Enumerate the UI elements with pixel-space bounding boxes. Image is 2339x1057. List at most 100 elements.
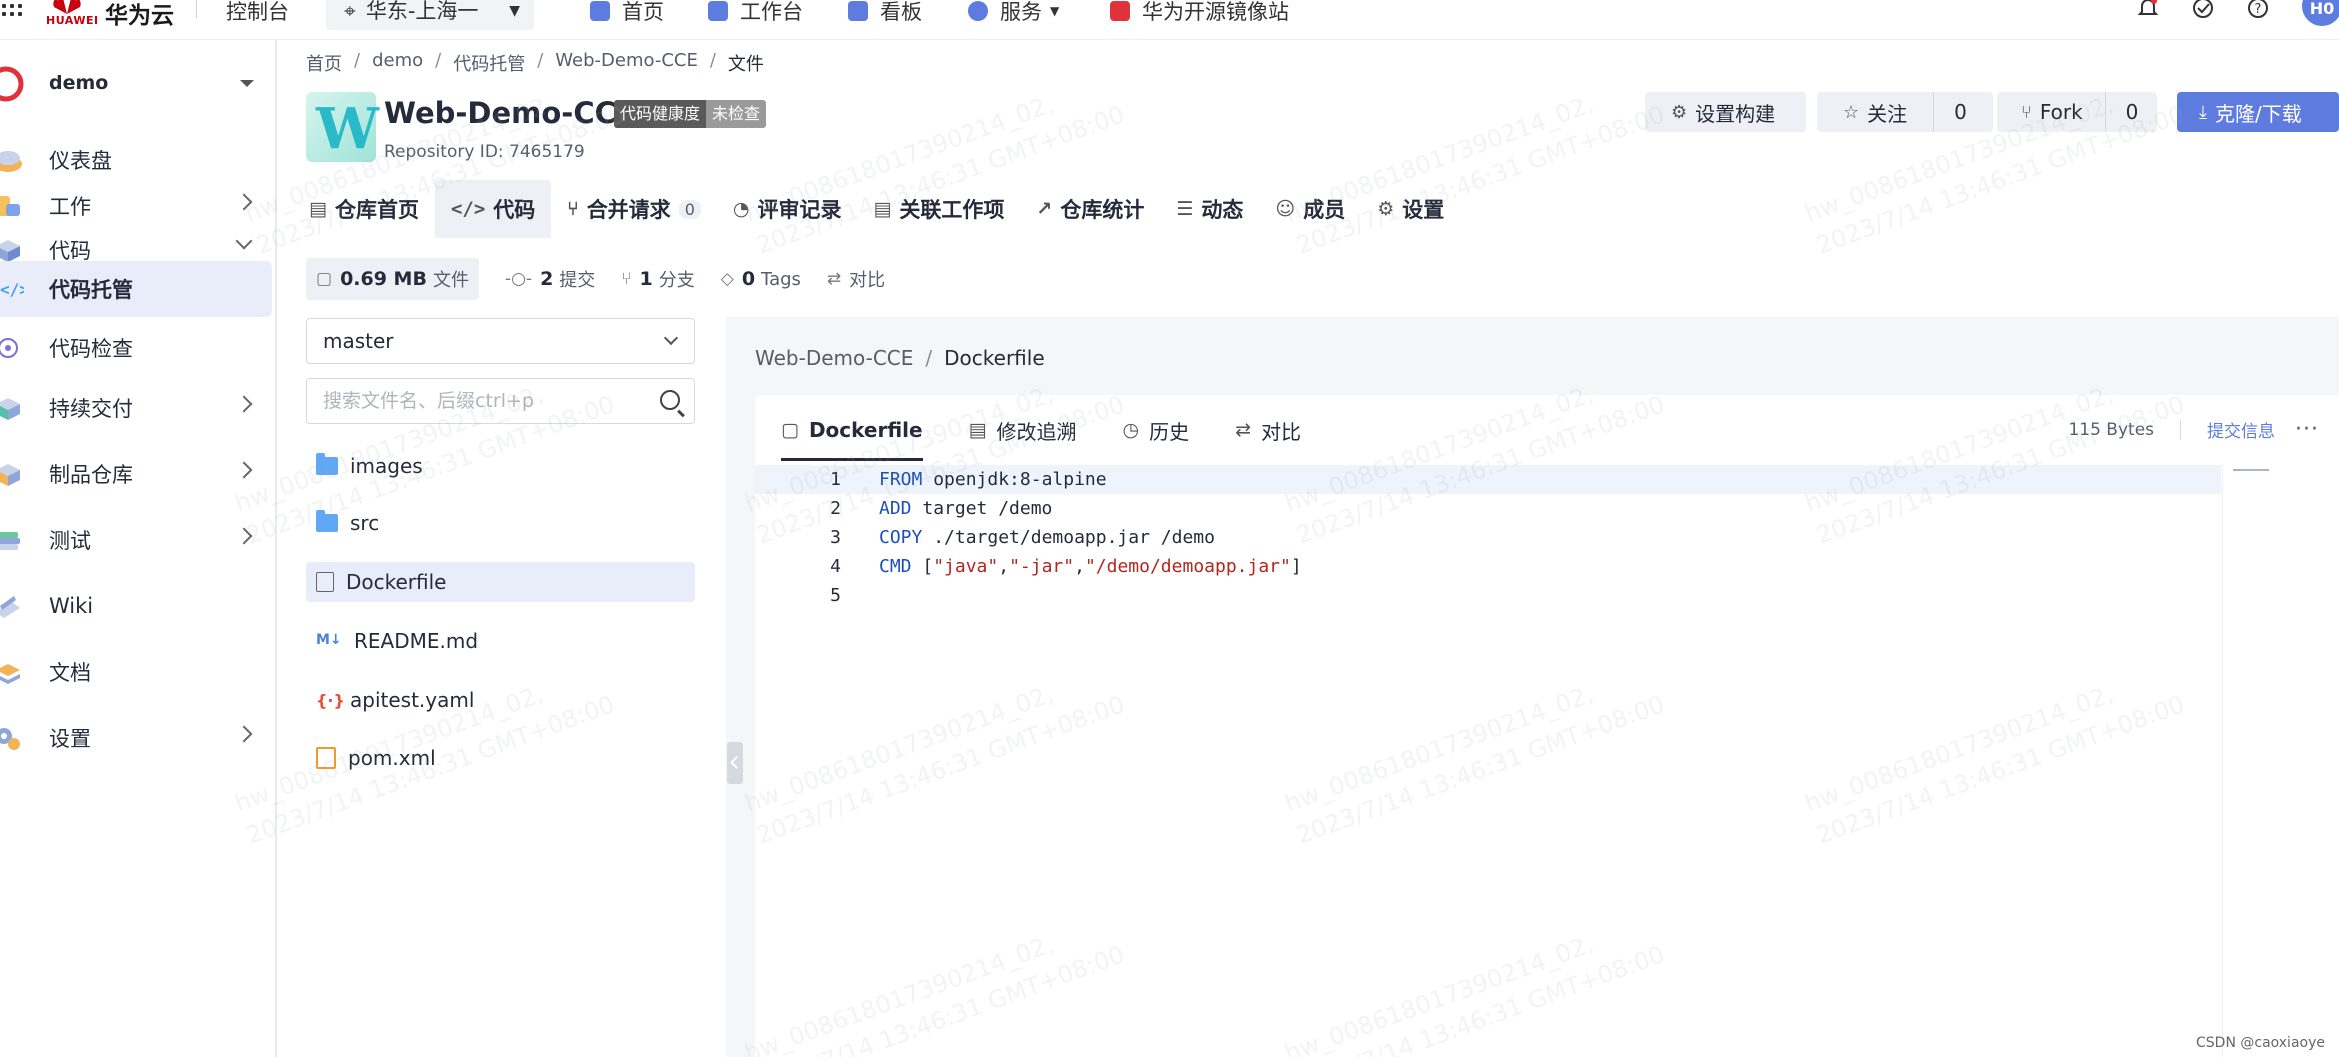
setup-build-button[interactable]: ⚙ 设置构建 [1645,92,1806,132]
tree-item-file[interactable]: M↓ README.md [306,621,695,661]
merge-count-badge: 0 [678,199,701,219]
sidebar-item-artifacts[interactable]: 制品仓库 [0,446,272,502]
tab-code[interactable]: </> 代码 [434,180,552,238]
caret-down-icon [240,80,254,87]
code-minimap[interactable] [2222,465,2318,1057]
sidebar-item-docs[interactable]: 文档 [0,644,272,700]
breadcrumb-code-hosting[interactable]: 代码托管 [453,50,525,76]
code-view[interactable]: 1 FROM openjdk:8-alpine 2 ADD target /demo… [755,465,2339,610]
file-icon: ▤ [309,198,327,220]
nav-workbench[interactable]: 工作台 [708,0,803,26]
commit-info-link[interactable]: 提交信息 [2207,417,2275,442]
location-icon: ⌖ [344,0,356,23]
breadcrumb-project[interactable]: demo [372,50,423,76]
tree-item-file[interactable]: {·} apitest.yaml [306,680,695,720]
tree-item-label: Dockerfile [346,570,447,594]
project-name: demo [49,72,109,94]
tab-label: 仓库首页 [334,198,419,222]
watch-button[interactable]: ☆ 关注 0 [1817,92,1993,132]
commits-label: 提交 [559,270,596,291]
breadcrumb-home[interactable]: 首页 [306,50,342,76]
nav-mirror[interactable]: 华为开源镜像站 [1110,0,1289,26]
sidebar-item-label: 代码托管 [49,278,133,302]
check-circle-icon[interactable] [2191,0,2215,20]
tab-activity[interactable]: ☰ 动态 [1160,180,1259,238]
health-badge[interactable]: 代码健康度 未检查 [614,100,767,128]
list-icon: ☰ [1176,198,1194,220]
gear-icon: ⚙ [1671,101,1688,123]
sidebar-item-code-check[interactable]: 代码检查 [0,320,272,376]
stats-icon: ↗ [1036,198,1053,220]
tab-compare[interactable]: ⇄ 对比 [1235,395,1301,465]
project-selector[interactable]: demo [0,62,277,102]
sidebar-item-delivery[interactable]: 持续交付 [0,380,272,436]
file-icon: ▢ [781,419,799,441]
wiki-icon [0,596,20,618]
csdn-watermark: CSDN @caoxiaoye [2196,1035,2325,1051]
code-line: 3 COPY ./target/demoapp.jar /demo [755,523,2339,552]
tab-repo-stats[interactable]: ↗ 仓库统计 [1020,180,1160,238]
repo-size[interactable]: ▢ 0.69 MB 文件 [306,258,479,300]
compare-link[interactable]: ⇄ 对比 [827,266,885,292]
watch-label: 关注 [1867,101,1908,126]
code-check-icon [0,338,18,358]
sidebar: demo 仪表盘 工作 代码 </> 代码托管 代码检查 持续交付 制品仓库 测… [0,40,277,1057]
tab-members[interactable]: ☺ 成员 [1259,180,1361,238]
tab-linked-work-items[interactable]: ▤ 关联工作项 [857,180,1020,238]
nav-services[interactable]: 服务 ▼ [968,0,1059,26]
file-breadcrumb-repo[interactable]: Web-Demo-CCE [755,346,913,370]
collapse-panel-handle[interactable] [727,742,743,784]
tab-repo-home[interactable]: ▤ 仓库首页 [293,180,435,238]
code-keyword: COPY [879,527,923,548]
tab-history[interactable]: ◷ 历史 [1123,395,1190,465]
tree-item-label: pom.xml [348,746,436,770]
svg-text:?: ? [2255,2,2262,17]
more-icon[interactable]: ··· [2295,417,2319,442]
search-icon[interactable] [660,390,680,410]
commits-link[interactable]: -○- 2 提交 [505,266,595,292]
clone-download-button[interactable]: ⤓ 克隆/下载 [2177,92,2339,132]
breadcrumb-repo[interactable]: Web-Demo-CCE [555,50,698,76]
fork-button[interactable]: ⑂ Fork 0 [1997,92,2157,132]
nav-workbench-label: 工作台 [740,0,803,24]
file-search-input[interactable]: 搜索文件名、后缀ctrl+p [306,378,695,424]
sidebar-item-label: 测试 [49,529,91,553]
console-link[interactable]: 控制台 [226,0,289,26]
tab-settings[interactable]: ⚙ 设置 [1361,180,1460,238]
branch-select[interactable]: master [306,318,695,364]
code-hosting-icon: </> [0,280,24,299]
tab-merge-requests[interactable]: ⑂ 合并请求 0 [551,180,717,238]
tags-link[interactable]: ◇ 0 Tags [721,268,801,290]
branches-label: 分支 [658,270,695,291]
tree-item-file[interactable]: pom.xml [306,738,695,778]
file-search-placeholder: 搜索文件名、后缀ctrl+p [323,390,534,412]
mirror-icon [1110,1,1130,21]
testing-icon [0,532,20,550]
tab-label: 合并请求 [586,198,671,222]
repo-stats-bar: ▢ 0.69 MB 文件 -○- 2 提交 ⑂ 1 分支 ◇ 0 Tags ⇄ 对比 [306,258,911,300]
sidebar-item-code-hosting[interactable]: </> 代码托管 [0,261,272,317]
tab-review-records[interactable]: ◔ 评审记录 [717,180,858,238]
bell-icon[interactable] [2136,0,2160,20]
nav-home[interactable]: 首页 [590,0,664,26]
sidebar-item-settings[interactable]: 设置 [0,710,272,766]
tree-item-folder[interactable]: src [306,503,695,543]
branches-link[interactable]: ⑂ 1 分支 [621,266,694,292]
help-icon[interactable]: ? [2246,0,2270,20]
nav-board[interactable]: 看板 [848,0,922,26]
compare-icon: ⇄ [826,269,842,289]
artifacts-icon [0,464,20,486]
sidebar-item-wiki[interactable]: Wiki [0,578,272,634]
user-avatar[interactable]: H0 [2302,0,2339,26]
sidebar-item-testing[interactable]: 测试 [0,512,272,568]
tree-item-folder[interactable]: images [306,446,695,486]
tree-item-file[interactable]: Dockerfile [306,562,695,602]
work-icon [0,196,20,216]
tab-blame[interactable]: ▤ 修改追溯 [969,395,1077,465]
region-selector[interactable]: ⌖ 华东-上海一 ▼ [326,0,534,30]
brand-name[interactable]: 华为云 [105,0,174,30]
apps-grid-icon[interactable] [0,0,30,22]
clone-download-label: 克隆/下载 [2214,101,2302,126]
repo-id: Repository ID: 7465179 [384,142,585,162]
tab-file-content[interactable]: ▢ Dockerfile [781,395,923,465]
